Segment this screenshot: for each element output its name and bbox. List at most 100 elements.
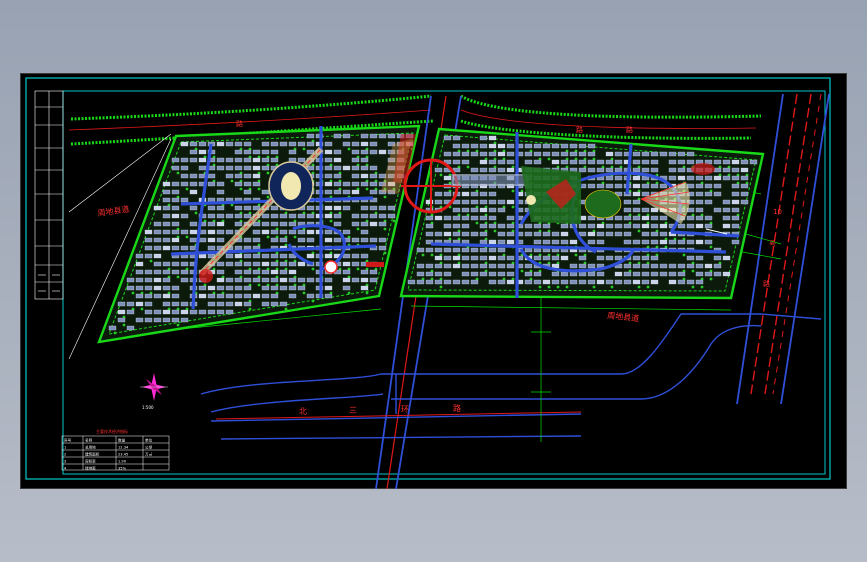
building-footprint — [306, 141, 315, 147]
building-footprint — [632, 175, 641, 181]
building-footprint — [324, 277, 333, 283]
building-footprint — [126, 285, 135, 291]
building-footprint — [279, 261, 288, 267]
building-footprint — [596, 271, 605, 277]
building-footprint — [560, 223, 569, 229]
building-footprint — [695, 183, 704, 189]
building-footprint — [506, 239, 515, 245]
building-footprint — [497, 199, 506, 205]
north-third-ring-char-3: 环 — [401, 405, 409, 414]
building-footprint — [587, 279, 596, 285]
building-footprint — [351, 253, 360, 259]
tree-symbol — [248, 307, 252, 311]
building-footprint — [306, 253, 315, 259]
building-footprint — [243, 165, 252, 171]
building-footprint — [234, 213, 243, 219]
building-footprint — [722, 223, 731, 229]
tree-symbol — [329, 219, 333, 223]
tree-symbol — [691, 285, 695, 289]
building-footprint — [695, 191, 704, 197]
building-footprint — [506, 159, 515, 165]
building-footprint — [279, 253, 288, 259]
building-footprint — [443, 135, 452, 141]
tree-symbol — [311, 267, 315, 271]
building-footprint — [497, 247, 506, 253]
building-footprint — [369, 181, 378, 187]
building-footprint — [686, 255, 695, 261]
building-footprint — [533, 223, 542, 229]
building-footprint — [650, 271, 659, 277]
east-main-road — [736, 93, 830, 405]
building-footprint — [288, 261, 297, 267]
building-footprint — [479, 263, 488, 269]
building-footprint — [252, 173, 261, 179]
tree-symbol — [682, 253, 686, 257]
building-footprint — [461, 199, 470, 205]
building-footprint — [497, 239, 506, 245]
building-footprint — [171, 165, 180, 171]
building-footprint — [443, 263, 452, 269]
building-footprint — [479, 271, 488, 277]
building-footprint — [686, 215, 695, 221]
building-footprint — [207, 229, 216, 235]
building-footprint — [333, 173, 342, 179]
building-footprint — [306, 277, 315, 283]
building-footprint — [342, 253, 351, 259]
building-footprint — [297, 229, 306, 235]
building-footprint — [279, 277, 288, 283]
building-footprint — [288, 269, 297, 275]
building-footprint — [632, 151, 641, 157]
building-footprint — [207, 301, 216, 307]
building-footprint — [731, 183, 740, 189]
building-footprint — [162, 277, 171, 283]
building-footprint — [369, 205, 378, 211]
building-footprint — [351, 237, 360, 243]
building-footprint — [171, 205, 180, 211]
building-footprint — [470, 231, 479, 237]
building-footprint — [342, 285, 351, 291]
building-footprint — [360, 237, 369, 243]
building-footprint — [551, 143, 560, 149]
building-footprint — [144, 277, 153, 283]
building-footprint — [686, 279, 695, 285]
table-cell: 建筑面积 — [85, 452, 100, 457]
building-footprint — [731, 239, 740, 245]
building-footprint — [524, 231, 533, 237]
building-footprint — [171, 189, 180, 195]
building-footprint — [153, 229, 162, 235]
building-footprint — [360, 133, 369, 139]
building-footprint — [623, 231, 632, 237]
building-footprint — [677, 239, 686, 245]
building-footprint — [668, 151, 677, 157]
building-footprint — [234, 141, 243, 147]
building-footprint — [198, 253, 207, 259]
building-footprint — [234, 157, 243, 163]
building-footprint — [189, 141, 198, 147]
building-footprint — [677, 175, 686, 181]
building-footprint — [225, 261, 234, 267]
building-footprint — [360, 149, 369, 155]
building-footprint — [470, 255, 479, 261]
building-footprint — [506, 271, 515, 277]
tree-symbol — [709, 245, 713, 249]
building-footprint — [162, 317, 171, 323]
building-footprint — [207, 285, 216, 291]
building-footprint — [360, 269, 369, 275]
building-footprint — [243, 205, 252, 211]
building-footprint — [488, 279, 497, 285]
building-footprint — [225, 277, 234, 283]
building-footprint — [360, 229, 369, 235]
building-footprint — [288, 213, 297, 219]
building-footprint — [668, 263, 677, 269]
building-footprint — [378, 221, 387, 227]
building-footprint — [560, 143, 569, 149]
building-footprint — [695, 207, 704, 213]
building-footprint — [614, 151, 623, 157]
building-footprint — [342, 133, 351, 139]
building-footprint — [722, 215, 731, 221]
building-footprint — [234, 165, 243, 171]
building-footprint — [324, 237, 333, 243]
building-footprint — [641, 167, 650, 173]
building-footprint — [479, 207, 488, 213]
building-footprint — [207, 245, 216, 251]
